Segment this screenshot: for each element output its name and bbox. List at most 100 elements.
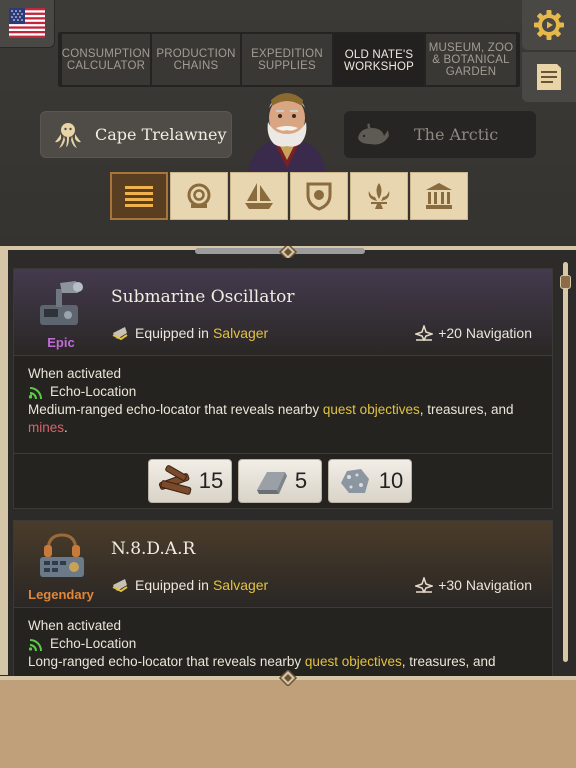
filter-diving-button[interactable] bbox=[170, 172, 228, 220]
equipped-info: Equipped in Salvager bbox=[111, 325, 268, 341]
tab-old-nates-workshop[interactable]: OLD NATE'S WORKSHOP bbox=[334, 34, 424, 87]
ability-row: Echo-Location bbox=[28, 383, 540, 401]
tab-label: WORKSHOP bbox=[344, 60, 414, 73]
ship-equipped-icon bbox=[112, 327, 128, 341]
ship-icon bbox=[245, 183, 273, 209]
ship-equipped-icon bbox=[112, 579, 128, 593]
rarity-label: Epic bbox=[47, 335, 75, 350]
cost-timber[interactable]: 15 bbox=[148, 459, 232, 503]
item-name: N.8.D.A.R bbox=[111, 539, 196, 559]
cost-value: 15 bbox=[198, 468, 224, 493]
tab-production-chains[interactable]: PRODUCTION CHAINS bbox=[152, 34, 240, 85]
octopus-icon bbox=[55, 122, 81, 148]
tab-label: PRODUCTION bbox=[156, 47, 236, 60]
equipped-prefix: Equipped in bbox=[135, 325, 209, 341]
area-label: Cape Trelawney bbox=[95, 125, 227, 144]
museum-icon bbox=[426, 183, 452, 209]
trigger-text: When activated bbox=[28, 366, 122, 381]
scrollbar-track[interactable] bbox=[563, 262, 568, 662]
category-filter-bar bbox=[110, 172, 468, 220]
tab-label: & BOTANICAL bbox=[432, 53, 510, 66]
filter-shield-button[interactable] bbox=[290, 172, 348, 220]
filter-museum-button[interactable] bbox=[410, 172, 468, 220]
signal-icon bbox=[28, 387, 42, 399]
trigger-text: When activated bbox=[28, 618, 122, 633]
desc-part: Long-ranged echo-locator that reveals ne… bbox=[28, 654, 305, 669]
app-window: CONSUMPTION CALCULATOR PRODUCTION CHAINS E… bbox=[0, 0, 576, 768]
tab-label: CONSUMPTION bbox=[61, 47, 151, 60]
list-icon bbox=[125, 186, 153, 207]
item-name: Submarine Oscillator bbox=[111, 287, 295, 307]
cost-ore[interactable]: 10 bbox=[328, 459, 412, 503]
ability-name: Echo-Location bbox=[50, 636, 137, 651]
item-list[interactable]: Epic Submarine Oscillator Equipped in Sa… bbox=[0, 248, 576, 680]
tab-label: CHAINS bbox=[173, 59, 219, 72]
cost-steel[interactable]: 5 bbox=[238, 459, 322, 503]
area-label: The Arctic bbox=[414, 125, 499, 144]
fleur-de-lis-icon bbox=[368, 183, 390, 209]
steel-ingot-icon bbox=[256, 472, 287, 494]
tab-label: OLD NATE'S bbox=[344, 48, 414, 61]
divider bbox=[14, 453, 552, 454]
stat-text: +20 Navigation bbox=[438, 325, 532, 341]
item-description: When activated Echo-Location Long-ranged… bbox=[28, 617, 540, 671]
ability-name: Echo-Location bbox=[50, 384, 137, 399]
divider bbox=[14, 355, 552, 356]
filter-ship-button[interactable] bbox=[230, 172, 288, 220]
description-text: Medium-ranged echo-locator that reveals … bbox=[28, 401, 540, 437]
top-bar: CONSUMPTION CALCULATOR PRODUCTION CHAINS E… bbox=[0, 0, 576, 250]
ore-icon bbox=[340, 469, 369, 493]
tab-consumption-calculator[interactable]: CONSUMPTION CALCULATOR bbox=[62, 34, 150, 85]
description-text: Long-ranged echo-locator that reveals ne… bbox=[28, 653, 540, 671]
equipped-ship-link[interactable]: Salvager bbox=[213, 325, 268, 341]
item-card[interactable]: Legendary N.8.D.A.R Equipped in Salvager… bbox=[13, 520, 553, 680]
tab-label: EXPEDITION bbox=[251, 47, 323, 60]
tab-museum-zoo-botanical-garden[interactable]: MUSEUM, ZOO & BOTANICAL GARDEN bbox=[426, 34, 516, 85]
whale-icon bbox=[358, 123, 389, 144]
tab-label: MUSEUM, ZOO bbox=[428, 41, 514, 54]
area-cape-trelawney-button[interactable]: Cape Trelawney bbox=[40, 111, 232, 158]
timber-icon bbox=[158, 465, 192, 495]
old-nate-portrait bbox=[248, 93, 326, 172]
top-divider-ornament bbox=[0, 246, 576, 258]
navigation-icon bbox=[415, 325, 434, 341]
n8dar-icon bbox=[40, 533, 84, 577]
tab-label: SUPPLIES bbox=[258, 59, 316, 72]
desc-highlight: quest objectives bbox=[322, 402, 420, 417]
document-icon bbox=[537, 64, 561, 90]
cost-value: 10 bbox=[378, 468, 404, 493]
ability-row: Echo-Location bbox=[28, 635, 540, 653]
stat-bonus: +30 Navigation bbox=[415, 577, 532, 593]
bottom-divider-ornament bbox=[0, 670, 576, 686]
desc-part: , treasures, and bbox=[419, 402, 514, 417]
signal-icon bbox=[28, 639, 42, 651]
submarine-oscillator-icon bbox=[40, 281, 83, 325]
scrollbar-thumb[interactable] bbox=[560, 275, 571, 289]
desc-highlight: quest objectives bbox=[304, 654, 402, 669]
rarity-label: Legendary bbox=[28, 587, 94, 602]
gear-play-icon bbox=[534, 10, 564, 40]
navigation-icon bbox=[415, 577, 434, 593]
desc-part: , treasures, and bbox=[401, 654, 496, 669]
equipped-ship-link[interactable]: Salvager bbox=[213, 577, 268, 593]
item-card[interactable]: Epic Submarine Oscillator Equipped in Sa… bbox=[13, 268, 553, 509]
us-flag-icon bbox=[9, 8, 45, 38]
filter-all-button[interactable] bbox=[110, 172, 168, 220]
shield-icon bbox=[306, 182, 332, 211]
divider bbox=[14, 607, 552, 608]
cost-value: 5 bbox=[294, 468, 308, 493]
language-button[interactable] bbox=[0, 0, 55, 48]
settings-button[interactable] bbox=[522, 0, 576, 50]
left-frame bbox=[0, 250, 8, 675]
item-description: When activated Echo-Location Medium-rang… bbox=[28, 365, 540, 437]
area-the-arctic-button[interactable]: The Arctic bbox=[344, 111, 536, 158]
desc-highlight: mines bbox=[28, 420, 65, 435]
cost-row: 15 5 10 bbox=[148, 459, 418, 503]
desc-part: Medium-ranged echo-locator that reveals … bbox=[28, 402, 323, 417]
filter-fleur-button[interactable] bbox=[350, 172, 408, 220]
stat-text: +30 Navigation bbox=[438, 577, 532, 593]
notes-button[interactable] bbox=[522, 52, 576, 102]
tab-label: CALCULATOR bbox=[66, 59, 146, 72]
tab-label: GARDEN bbox=[445, 65, 497, 78]
diving-helmet-icon bbox=[187, 183, 211, 208]
